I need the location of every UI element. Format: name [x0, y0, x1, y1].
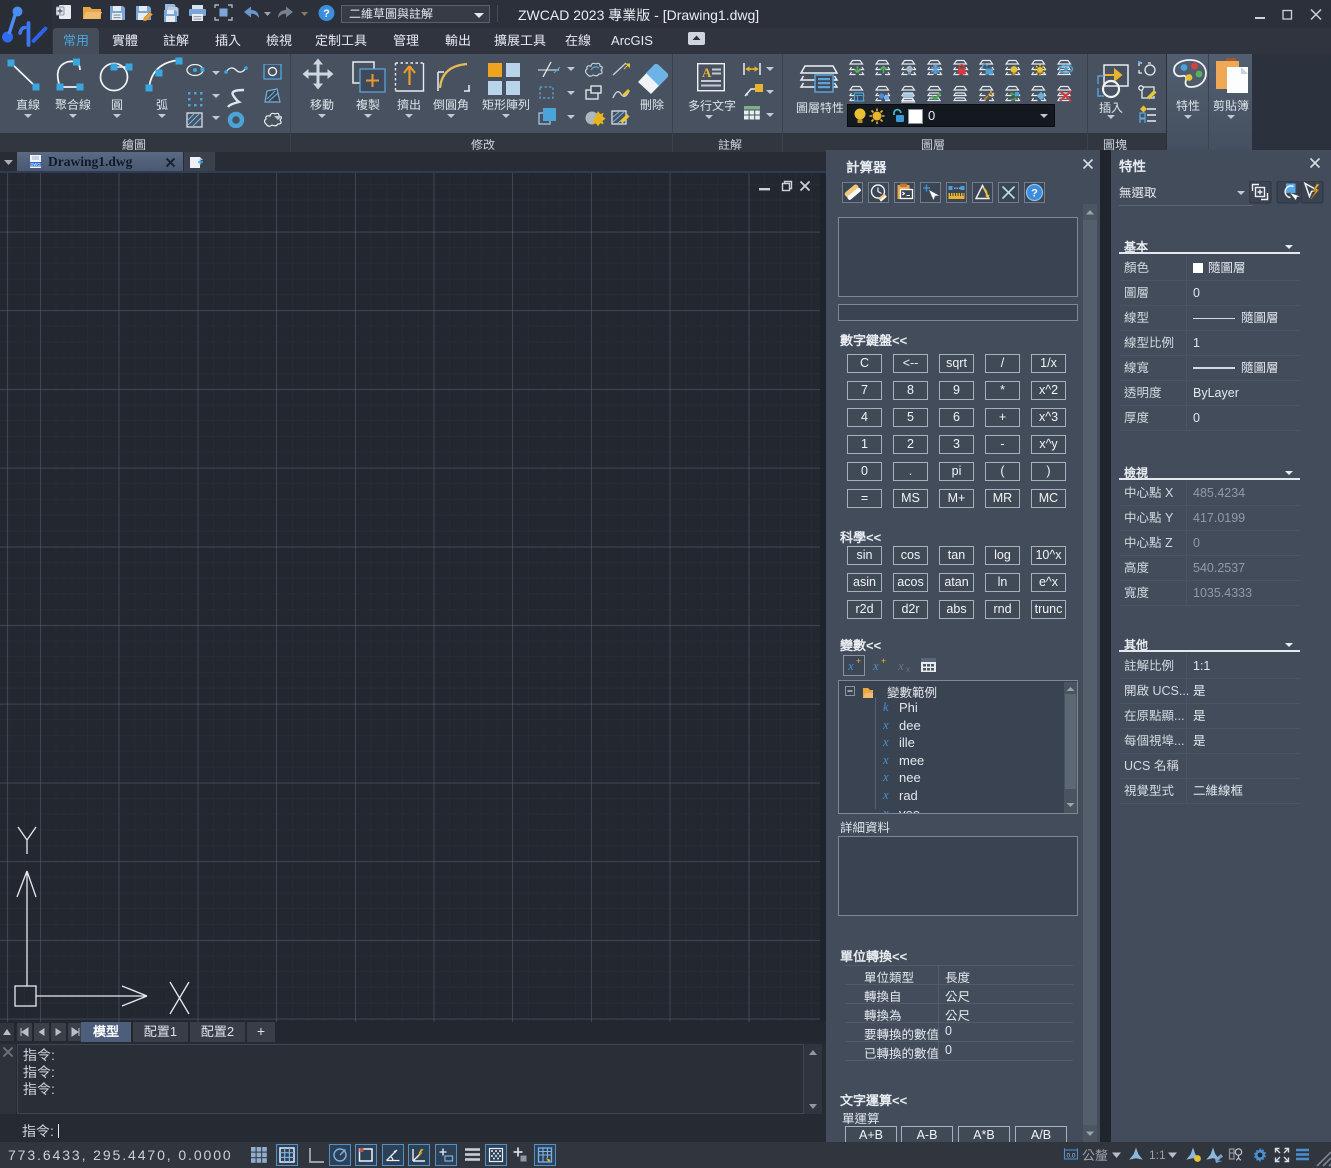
- svg-text:0.0: 0.0: [1066, 1153, 1075, 1160]
- svg-text:+: +: [856, 656, 861, 666]
- svg-text:+: +: [881, 656, 886, 666]
- svg-text:x: x: [847, 658, 854, 673]
- svg-text:公釐: 公釐: [1082, 1148, 1108, 1163]
- svg-text:?: ?: [323, 8, 330, 20]
- svg-text:x: x: [872, 658, 879, 673]
- svg-text:A: A: [702, 65, 712, 80]
- svg-text:1:1: 1:1: [1149, 1148, 1166, 1162]
- svg-text:?: ?: [1031, 188, 1038, 200]
- svg-text:DWG: DWG: [30, 162, 40, 167]
- svg-text:x: x: [906, 665, 910, 674]
- svg-text:x: x: [897, 658, 904, 673]
